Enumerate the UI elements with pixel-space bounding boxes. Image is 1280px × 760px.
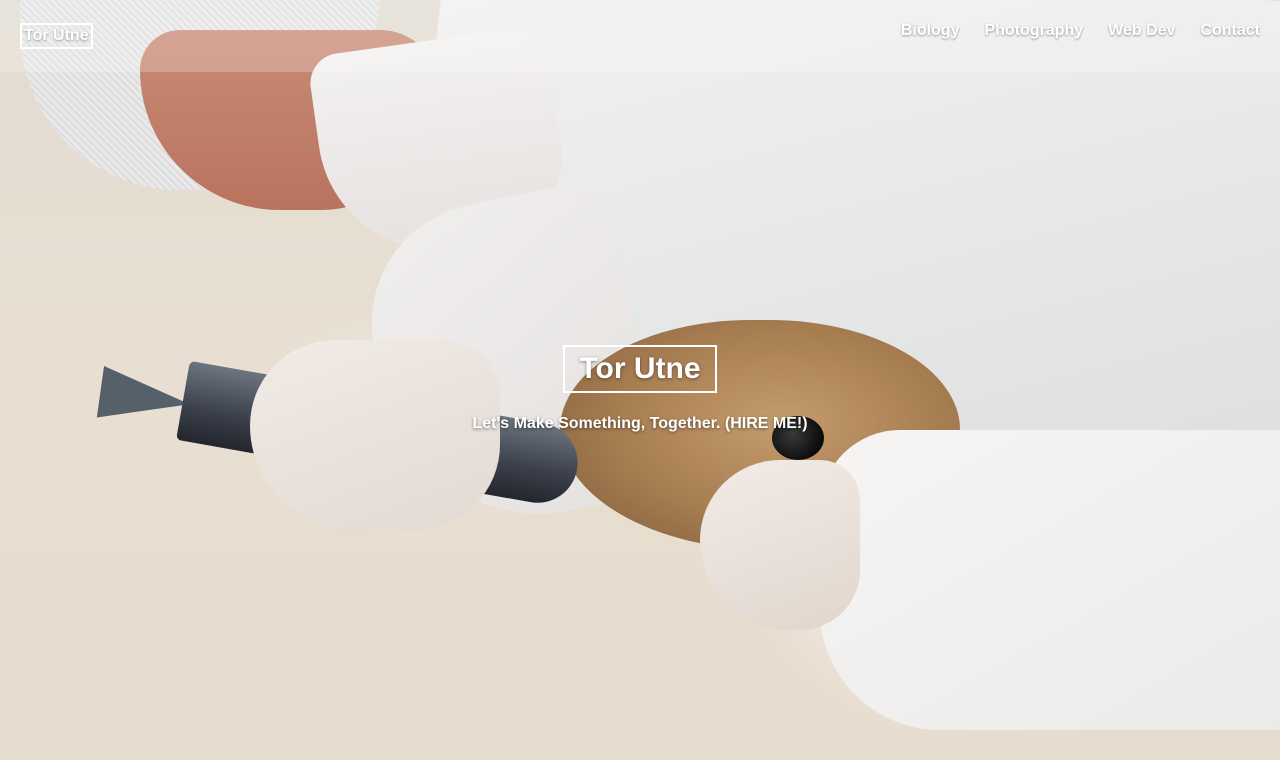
hero-tagline[interactable]: Let's Make Something, Together. (HIRE ME… [0, 415, 1280, 433]
left-glove-shape [250, 340, 500, 530]
brand-logo-link[interactable]: Tor Utne [20, 23, 93, 49]
nav-link-web-dev[interactable]: Web Dev [1108, 22, 1175, 40]
right-sleeve-shape [820, 430, 1280, 730]
nav-links: Biology Photography Web Dev Contact [901, 22, 1260, 40]
nav-link-biology[interactable]: Biology [901, 22, 960, 40]
nav-link-photography[interactable]: Photography [984, 22, 1083, 40]
right-glove-shape [700, 460, 860, 630]
hero-title: Tor Utne [563, 345, 717, 393]
hero-section: Tor Utne Biology Photography Web Dev Con… [0, 0, 1280, 760]
nav-link-contact[interactable]: Contact [1200, 22, 1260, 40]
top-navbar: Tor Utne Biology Photography Web Dev Con… [0, 0, 1280, 72]
